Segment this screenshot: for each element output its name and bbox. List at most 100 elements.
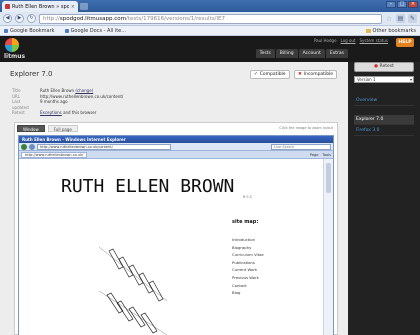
other-bookmarks-label: Other bookmarks xyxy=(372,27,416,34)
version-value: Version 1 xyxy=(357,77,376,82)
sidebar-item-firefox-3[interactable]: Firefox 3.0 xyxy=(354,126,414,136)
meta-value: 9 months ago xyxy=(40,99,68,105)
view-tabs: Window Full page xyxy=(17,125,78,133)
retest-button[interactable]: ● Retest xyxy=(354,62,414,72)
ie-tools-menu: Tools xyxy=(322,152,331,157)
other-bookmarks[interactable]: Other bookmarks xyxy=(365,27,416,34)
new-tab-button[interactable] xyxy=(80,3,88,10)
meta-key: Last updated xyxy=(12,99,29,110)
bookmark-star-icon[interactable]: ☆ xyxy=(385,15,393,23)
incompatible-button[interactable]: ✖ Incompatible xyxy=(294,70,338,79)
tab-full-page[interactable]: Full page xyxy=(47,125,78,132)
ie-page-menu: Page xyxy=(309,152,319,157)
nav-billing[interactable]: Billing xyxy=(275,49,298,58)
meta-key: Retest xyxy=(12,110,25,116)
app-header: litmus Paul Hodge Log out System status … xyxy=(0,36,420,62)
sitemap-title: site map: xyxy=(232,219,259,225)
nav-extras[interactable]: Extras xyxy=(325,49,348,58)
main-content: Explorer 7.0 ✔ Compatible ✖ Incompatible… xyxy=(0,62,348,335)
meta-value: Exceptions and this browser xyxy=(40,110,97,116)
nav-account[interactable]: Account xyxy=(298,49,325,58)
reload-button[interactable]: ↻ xyxy=(27,14,36,23)
sitemap-link: Biography xyxy=(232,244,252,250)
close-window-button[interactable]: × xyxy=(408,1,418,8)
sitemap-link: Introduction xyxy=(232,237,255,242)
bookmark-label: Google Bookmark xyxy=(10,27,55,34)
minimize-button[interactable]: – xyxy=(386,1,396,8)
log-out-link[interactable]: Log out xyxy=(341,38,356,43)
ie-search: Live Search xyxy=(271,143,331,150)
meta-row: Last updated 9 months ago xyxy=(12,99,123,110)
ie-address-row: http://www.ruthellenbrown.co.uk/content/… xyxy=(19,143,333,151)
folder-icon xyxy=(365,28,371,33)
retest-label: Retest xyxy=(379,64,394,69)
wrench-icon[interactable]: ✎ xyxy=(408,14,417,23)
meta-row: Retest Exceptions and this browser xyxy=(12,110,123,116)
back-button[interactable]: ◀ xyxy=(3,14,12,23)
sitemap-link: Contact xyxy=(232,282,247,288)
system-status-link[interactable]: System status xyxy=(360,38,388,43)
browser-toolbar: ◀ ▶ ↻ http:// spodgod.litmusapp.com /tes… xyxy=(0,12,420,26)
sidebar-item-overview[interactable]: Overview xyxy=(354,96,414,106)
ie-forward-icon xyxy=(29,143,35,150)
main-nav: Tests Billing Account Extras xyxy=(255,49,348,58)
checkmark-icon: ✔ xyxy=(254,72,258,77)
test-metadata: Title Ruth Ellen Brown (change) URL http… xyxy=(12,88,123,116)
sitemap-link: Blog xyxy=(232,290,241,296)
browser-tab[interactable]: Ruth Ellen Brown » spo... × xyxy=(2,1,78,12)
ie-tab-row: http://www.ruthellenbrown.co.uk/ Page To… xyxy=(19,151,333,159)
user-name-link[interactable]: Paul Hodge xyxy=(314,38,337,43)
incompatible-label: Incompatible xyxy=(303,72,334,77)
address-bar[interactable]: http:// spodgod.litmusapp.com /tests/179… xyxy=(39,13,382,24)
sitemap-link: Publications xyxy=(232,259,255,265)
favicon-icon xyxy=(5,4,10,9)
sidebar-item-explorer-7[interactable]: Explorer 7.0 xyxy=(354,115,414,125)
retest-icon: ● xyxy=(374,64,379,69)
ie-title: Ruth Ellen Brown - Windows Internet Expl… xyxy=(19,136,333,143)
sitemap-link: Curriculum Vitae xyxy=(232,252,264,258)
maximize-button[interactable]: □ xyxy=(397,1,407,8)
ie-back-icon xyxy=(21,143,27,150)
bookmarks-bar: Google Bookmark Google Docs - All ite...… xyxy=(0,26,420,36)
ie-tab: http://www.ruthellenbrown.co.uk/ xyxy=(21,151,88,158)
site-subtitle: BSS xyxy=(243,195,253,199)
url-path: /tests/179616/versions/1/results/IE7 xyxy=(125,15,226,22)
account-links: Paul Hodge Log out System status xyxy=(314,38,388,43)
bookmark-label: Google Docs - All ite... xyxy=(70,27,127,34)
window-controls: – □ × xyxy=(386,1,418,8)
nav-tests[interactable]: Tests xyxy=(255,49,275,58)
compatible-label: Compatible xyxy=(259,72,286,77)
bookmark-item[interactable]: Google Bookmark xyxy=(4,28,55,34)
bookmark-icon xyxy=(64,28,69,33)
chevron-down-icon: ▾ xyxy=(409,77,412,82)
results-sidebar: ● Retest Version 1 ▾ Overview Explorer 7… xyxy=(348,62,420,335)
compatible-button[interactable]: ✔ Compatible xyxy=(250,70,290,79)
ie-scrollbar xyxy=(323,159,333,335)
page-menu-icon[interactable]: ▤ xyxy=(396,14,405,23)
browser-tab-bar: Ruth Ellen Brown » spo... × – □ × xyxy=(0,0,420,12)
screenshot-panel: Window Full page Click the image to zoom… xyxy=(14,122,338,335)
sitemap-link: Current Work xyxy=(232,267,258,273)
bookmark-icon xyxy=(4,28,8,33)
browser-tab-title: Ruth Ellen Brown » spo... xyxy=(12,3,69,10)
brand-name: litmus xyxy=(4,53,26,60)
page-title: Explorer 7.0 xyxy=(10,70,53,78)
cross-icon: ✖ xyxy=(298,72,302,77)
sitemap-link: Previous Work xyxy=(232,274,259,280)
url-host: spodgod.litmusapp.com xyxy=(59,15,126,22)
close-tab-icon[interactable]: × xyxy=(71,4,75,10)
url-scheme: http:// xyxy=(43,15,60,22)
help-button[interactable]: HELP xyxy=(396,38,414,47)
sitemap-links: Introduction Biography Curriculum Vitae … xyxy=(232,236,264,297)
litmus-logo-icon[interactable] xyxy=(5,38,19,52)
bookmark-item[interactable]: Google Docs - All ite... xyxy=(64,27,127,34)
browser-screenshot[interactable]: Ruth Ellen Brown - Windows Internet Expl… xyxy=(18,135,334,335)
change-title-link[interactable]: (change) xyxy=(75,88,93,93)
zoom-hint: Click the image to zoom in/out xyxy=(279,126,333,130)
tab-window[interactable]: Window xyxy=(17,125,45,132)
exceptions-link[interactable]: Exceptions xyxy=(40,110,62,115)
ie-tools: Page Tools xyxy=(310,153,331,157)
forward-button[interactable]: ▶ xyxy=(15,14,24,23)
version-select[interactable]: Version 1 ▾ xyxy=(354,76,414,83)
rendered-site: RUTH ELLEN BROWN BSS site map: Introduct… xyxy=(19,159,323,335)
